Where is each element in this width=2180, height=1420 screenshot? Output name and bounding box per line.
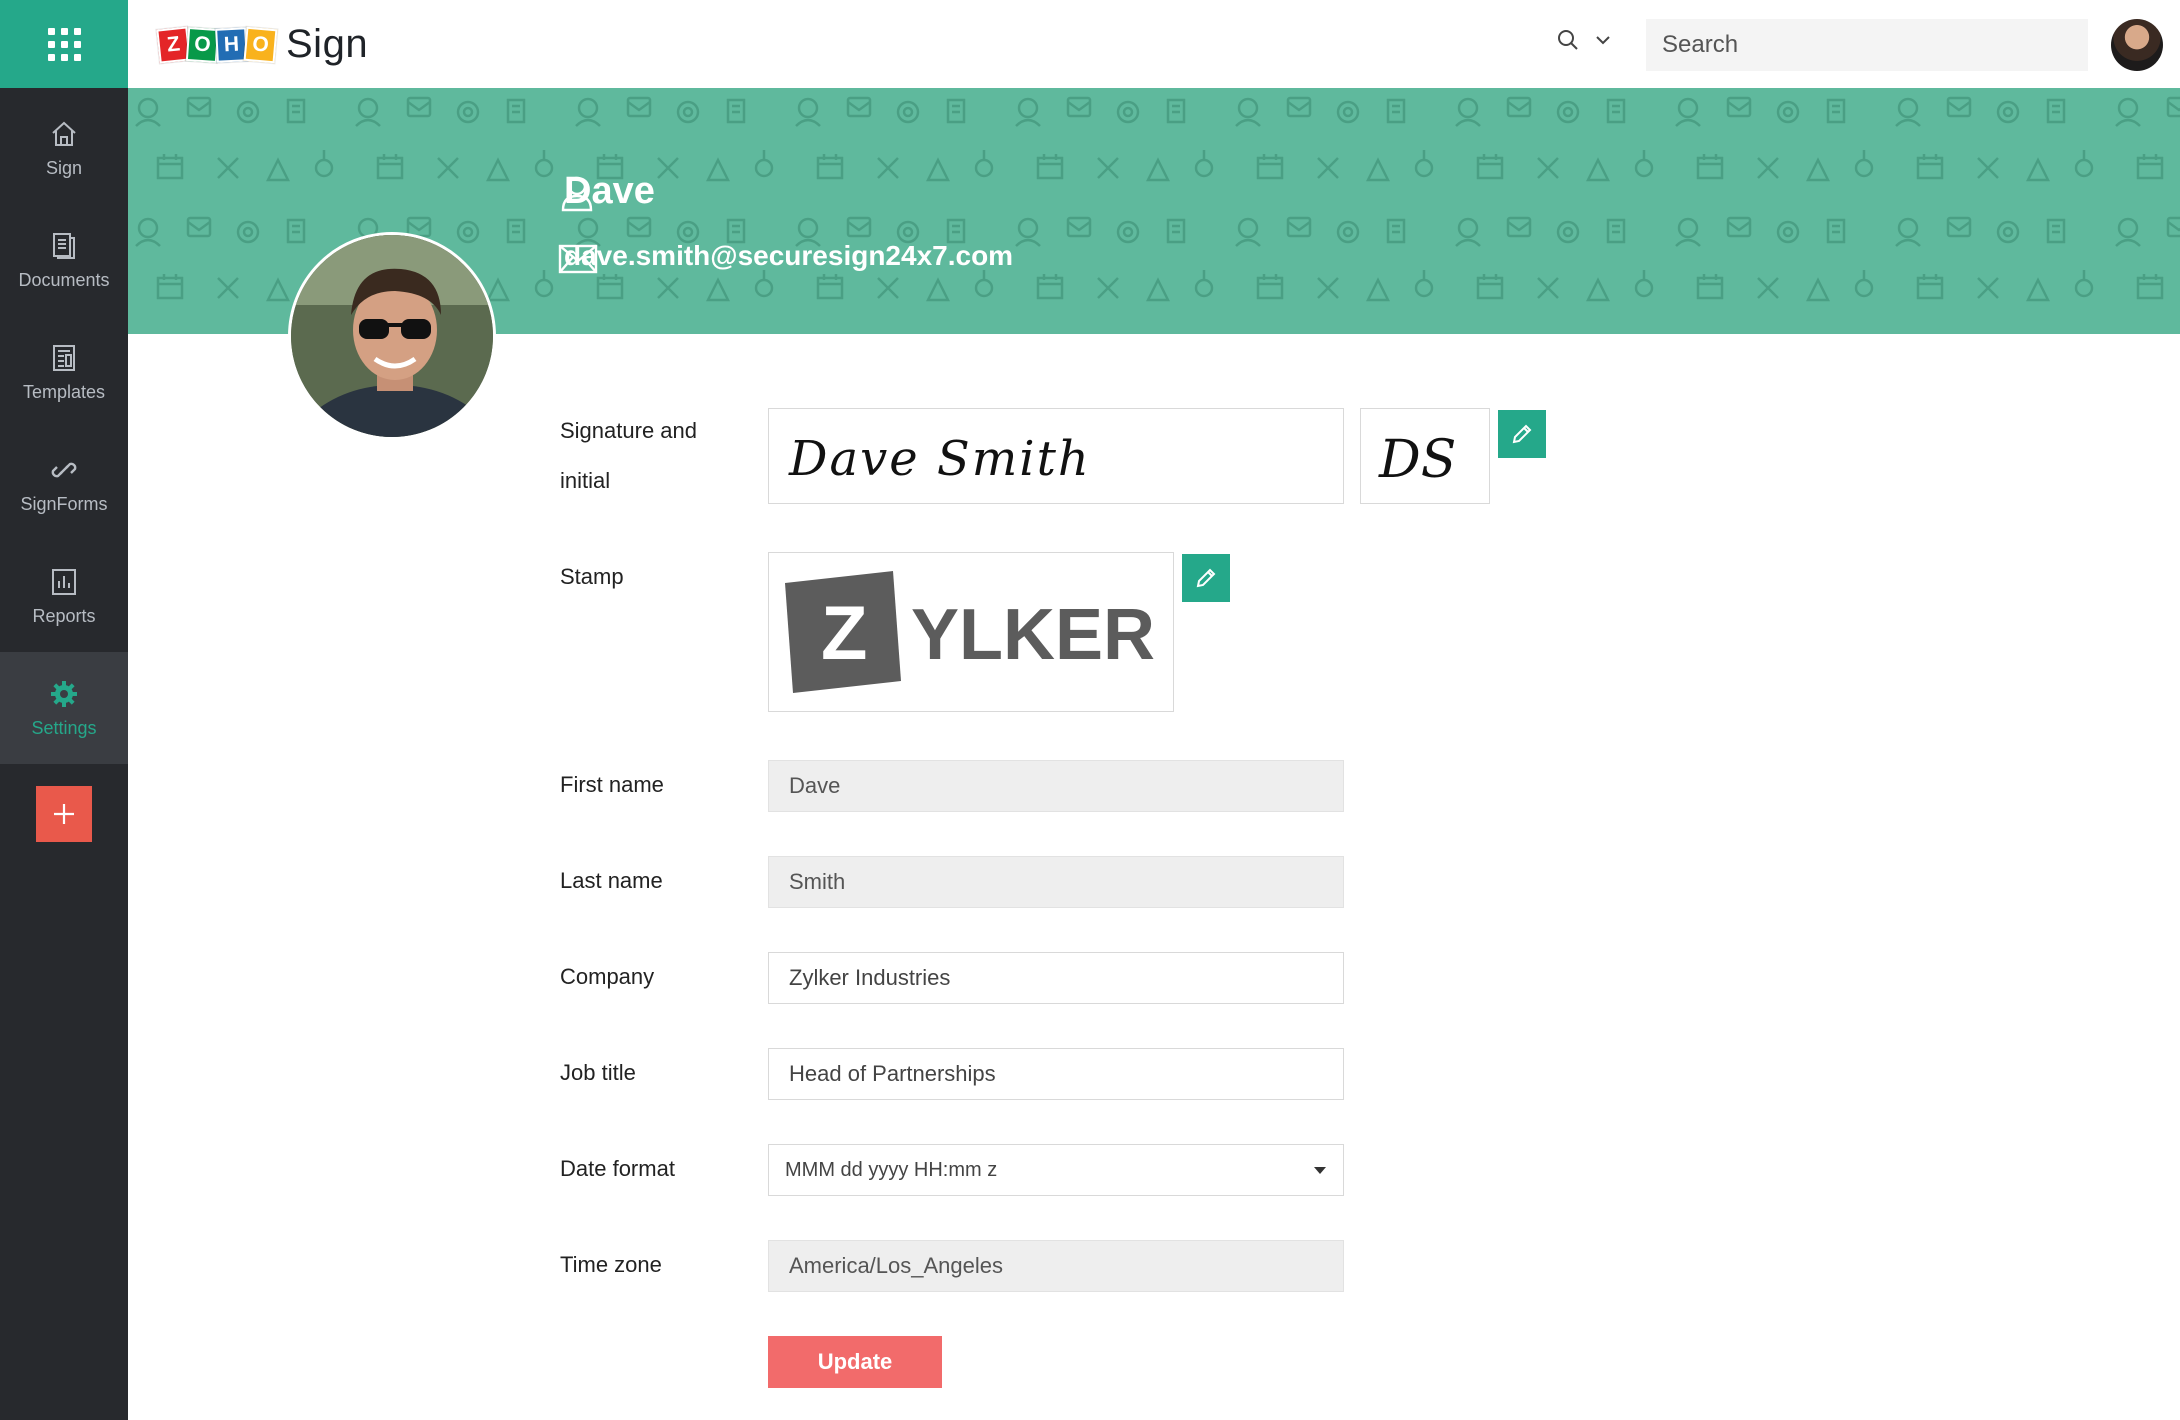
company-field[interactable] xyxy=(768,952,1344,1004)
add-button[interactable] xyxy=(36,786,92,842)
sidebar-item-label: Documents xyxy=(18,269,110,290)
logo-letter: O xyxy=(185,26,220,63)
initials-image: DS xyxy=(1378,430,1456,490)
stamp-letter: Z xyxy=(821,591,867,676)
sidebar-item-label: Settings xyxy=(31,717,97,738)
user-avatar[interactable] xyxy=(2111,19,2163,71)
sidebar-item-settings[interactable]: Settings xyxy=(0,652,128,764)
sidebar-item-label: Templates xyxy=(22,381,106,402)
caret-down-icon xyxy=(1314,1167,1326,1174)
plus-icon xyxy=(54,804,74,824)
time-zone-field[interactable] xyxy=(768,1240,1344,1292)
sidebar-item-label: Reports xyxy=(32,605,96,626)
sidebar-item-signforms[interactable]: SignForms xyxy=(0,428,128,540)
first-name-label: First name xyxy=(560,772,664,797)
sidebar-item-label: Sign xyxy=(45,157,83,178)
first-name-field[interactable] xyxy=(768,760,1344,812)
profile-photo-image xyxy=(291,235,493,437)
templates-icon xyxy=(53,344,75,371)
stamp-label: Stamp xyxy=(560,564,624,589)
stamp-text: YLKER xyxy=(911,595,1155,675)
date-format-select[interactable]: MMM dd yyyy HH:mm z xyxy=(768,1144,1344,1196)
search-input[interactable] xyxy=(1646,19,2088,71)
gear-icon xyxy=(51,680,77,707)
sidebar: Sign Documents Templates SignForms Repor… xyxy=(0,0,128,1420)
app-switcher-button[interactable] xyxy=(0,0,128,88)
sidebar-item-sign[interactable]: Sign xyxy=(0,92,128,204)
initials-text: DS xyxy=(1378,430,1456,490)
job-title-label: Job title xyxy=(560,1060,636,1085)
search-scope-toggle[interactable] xyxy=(1556,28,1612,52)
sidebar-item-reports[interactable]: Reports xyxy=(0,540,128,652)
app-name: Sign xyxy=(286,22,369,66)
grid-icon xyxy=(47,27,81,61)
logo-letter: O xyxy=(243,26,278,63)
last-name-label: Last name xyxy=(560,868,663,893)
profile-name: Dave xyxy=(564,170,655,212)
date-format-value: MMM dd yyyy HH:mm z xyxy=(785,1158,998,1181)
profile-email: dave.smith@securesign24x7.com xyxy=(564,240,1014,271)
top-bar: Z O H O Sign xyxy=(128,0,2180,88)
date-format-label: Date format xyxy=(560,1156,675,1181)
chevron-down-icon xyxy=(1596,36,1610,45)
search-icon xyxy=(1558,30,1578,50)
edit-stamp-button[interactable] xyxy=(1182,554,1230,602)
signature-text: Dave Smith xyxy=(788,431,1091,487)
profile-photo[interactable] xyxy=(288,232,496,440)
zoho-sign-logo[interactable]: Z O H O Sign xyxy=(156,22,369,67)
signature-label-line2: initial xyxy=(560,468,611,493)
signature-label-cont: initial xyxy=(560,468,610,494)
stamp-image: Z YLKER xyxy=(785,571,1155,693)
pencil-icon xyxy=(1512,424,1532,444)
update-button[interactable]: Update xyxy=(768,1336,942,1388)
edit-signature-button[interactable] xyxy=(1498,410,1546,458)
reports-icon xyxy=(52,568,76,595)
sidebar-item-label: SignForms xyxy=(20,493,108,514)
company-label: Company xyxy=(560,964,655,989)
signature-label-line1: Signature and xyxy=(560,418,697,443)
signature-label: Signature and xyxy=(560,418,697,444)
sidebar-item-documents[interactable]: Documents xyxy=(0,204,128,316)
sidebar-item-templates[interactable]: Templates xyxy=(0,316,128,428)
signature-box[interactable]: Dave Smith xyxy=(768,408,1344,504)
documents-icon xyxy=(53,232,75,259)
home-icon xyxy=(52,121,76,146)
stamp-box[interactable]: Z YLKER xyxy=(768,552,1174,712)
initials-box[interactable]: DS xyxy=(1360,408,1490,504)
time-zone-label: Time zone xyxy=(560,1252,662,1277)
link-icon xyxy=(51,462,77,477)
last-name-field[interactable] xyxy=(768,856,1344,908)
signature-image: Dave Smith xyxy=(788,431,1091,487)
job-title-field[interactable] xyxy=(768,1048,1344,1100)
pencil-icon xyxy=(1196,568,1216,588)
